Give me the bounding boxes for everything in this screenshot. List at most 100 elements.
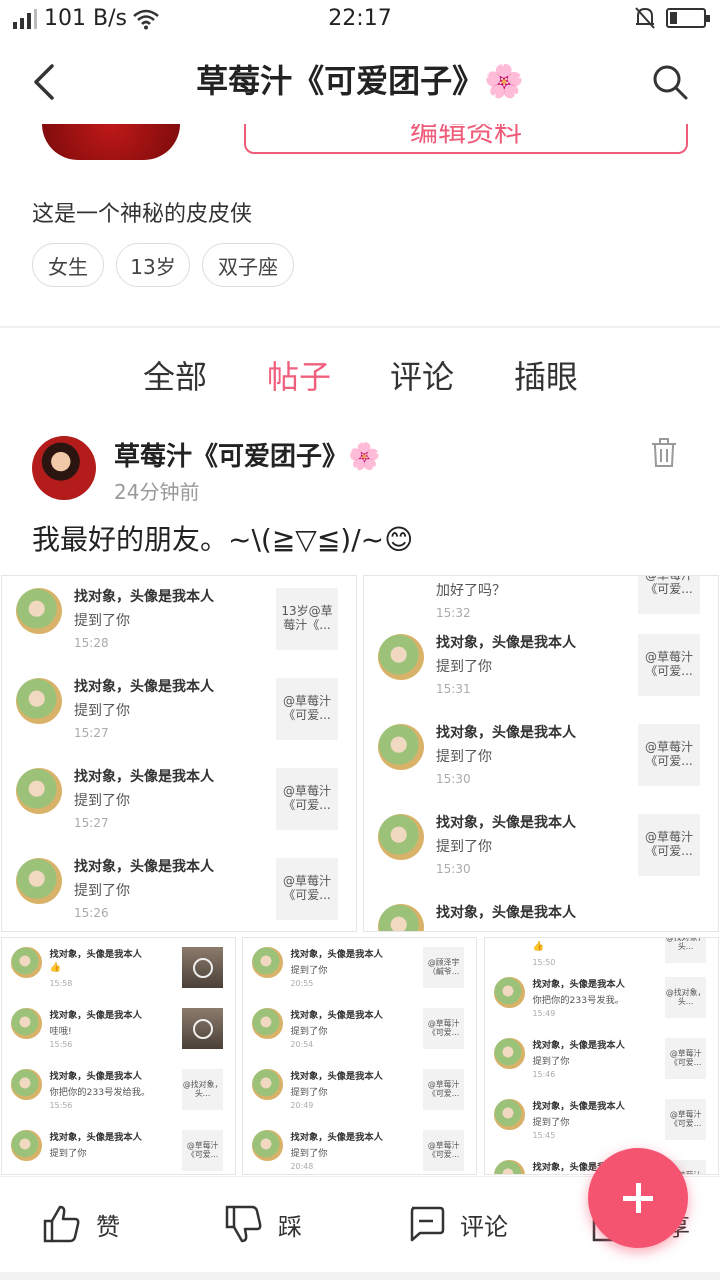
post-time: 24分钟前 [114,480,200,504]
back-arrow-icon[interactable] [24,60,68,104]
notification-avatar [252,1008,283,1039]
notification-thumbnail: @草莓汁《可爱... [423,1008,465,1050]
notification-item[interactable]: 找对象，头像是我本人 提到了你 15:28 13岁@草莓汁《... [2,586,356,676]
notification-item[interactable]: 找对象，头像是我本人 提到了你 15:30 @草莓汁《可爱... [364,722,718,812]
notification-item[interactable]: 找对象，头像是我本人 提到了你 15:45 @草莓汁《可爱... [485,1098,718,1159]
notification-title: 找对象，头像是我本人 [290,1071,383,1082]
edit-profile-label: 编辑资料 [409,124,522,148]
notification-thumbnail: @草莓汁《可爱... [665,1099,707,1141]
notification-thumbnail: @草莓汁《可爱... [665,1038,707,1080]
tab-all[interactable]: 全部 [143,352,207,398]
notification-avatar [494,1099,525,1130]
trash-icon[interactable] [650,438,678,468]
notification-thumbnail: @顾泽宇（鹹爷... [423,947,465,989]
notification-item[interactable]: 找对象，头像是我本人 👍 15:58 [2,946,235,1007]
notification-item[interactable]: 找对象，头像是我本人 提到了你 20:55 @顾泽宇（鹹爷... [243,946,476,1007]
post-image-2[interactable]: 加好了吗？ 15:32 @草莓汁《可爱... 找对象，头像是我本人 提到了你 15:31 @… [363,575,719,932]
notification-avatar [11,1130,42,1161]
notification-text: 你把你的233号发我。 [532,994,625,1006]
post-image-4[interactable]: 找对象，头像是我本人 提到了你 20:55 @顾泽宇（鹹爷... 找对象，头像是我本人提… [242,937,477,1175]
post-image-3[interactable]: 找对象，头像是我本人 👍 15:58 找对象，头像是我本人 哇哦! 15:56 找对象，头像… [1,937,236,1175]
notification-title: 找对象，头像是我本人 [74,679,214,695]
thumbs-down-icon [225,1205,262,1243]
notification-time: 15:31 [436,682,471,696]
notification-thumbnail: @草莓汁《可爱... [638,576,700,614]
notification-title: 找对象，头像是我本人 [49,949,142,960]
notification-thumbnail: @草莓汁《可爱... [423,1069,465,1111]
status-bar: 101 B/s 22:17 [0,0,720,40]
tag-zodiac: 双子座 [202,243,294,287]
notification-avatar [11,947,42,978]
tab-comments[interactable]: 评论 [390,352,454,398]
notification-text: 👍 [532,940,545,952]
profile-avatar[interactable] [42,124,180,160]
video-thumbnail [182,1008,224,1050]
notification-avatar [252,1130,283,1161]
notification-item[interactable]: 找对象，头像是我本人 提到了你 20:49 @草莓汁《可爱... [243,1068,476,1129]
notification-time: 15:46 [532,1070,556,1079]
notification-time: 15:27 [74,726,109,740]
tab-posts[interactable]: 帖子 [267,352,331,398]
notification-avatar [16,858,62,904]
notification-item[interactable]: 找对象，头像是我本人 提到了你 15:31 @草莓汁《可爱... [364,632,718,722]
notification-title: 找对象，头像是我本人 [49,1010,142,1021]
notification-text: 提到了你 [74,703,130,719]
notification-thumbnail: @找对象，头... [665,938,707,964]
notification-item[interactable]: 找对象，头像是我本人 提到了你 @草莓汁《可爱... [2,1129,235,1174]
notification-item[interactable]: 找对象，头像是我本人 提到了你 15:27 @草莓汁《可爱... [2,676,356,766]
notification-time: 15:26 [74,906,109,920]
notification-thumbnail: @草莓汁《可爱... [276,678,338,740]
notification-avatar [378,634,424,680]
notification-time: 15:50 [532,957,556,967]
post-image-5[interactable]: 👍 15:50 @找对象，头... 找对象，头像是我本人 你把你的233号发我。 15:4… [484,937,719,1175]
notification-item[interactable]: 找对象，头像是我本人 提到了你 15:27 @草莓汁《可爱... [2,766,356,856]
notification-text: 提到了你 [49,1147,87,1159]
notification-time: 15:27 [74,816,109,830]
video-thumbnail [182,947,224,989]
status-time: 22:17 [328,6,392,31]
notification-time: 15:30 [436,862,471,876]
notification-item[interactable]: 找对象，头像是我本人 提到了你 15:26 @草莓汁《可爱... [2,856,356,931]
notification-thumbnail: @草莓汁《可爱... [638,634,700,696]
notification-title: 找对象，头像是我本人 [532,979,625,990]
comment-label: 评论 [460,1212,508,1241]
notification-text: 提到了你 [532,1055,570,1067]
notification-text: 你把你的233号发给我。 [49,1086,151,1098]
notification-title: 找对象，头像是我本人 [74,769,214,785]
notification-text: 提到了你 [436,659,492,675]
notification-title: 找对象，头像是我本人 [436,635,576,651]
notification-time: 20:49 [290,1101,314,1110]
edit-profile-button[interactable]: 编辑资料 [244,124,688,154]
notification-item[interactable]: 找对象，头像是我本人 你把你的233号发给我。 15:56 @找对象，头... [2,1068,235,1129]
notification-text: 提到了你 [74,883,130,899]
tab-bookmarks[interactable]: 插眼 [514,352,578,398]
notification-item[interactable]: 找对象，头像是我本人 提到了你 15:46 @草莓汁《可爱... [485,1037,718,1098]
comment-icon [410,1206,445,1242]
notification-title: 找对象，头像是我本人 [290,1132,383,1143]
post-image-1[interactable]: 找对象，头像是我本人 提到了你 15:28 13岁@草莓汁《... 找对象，头像是我本人… [1,575,357,932]
search-icon[interactable] [650,62,690,102]
notification-title: 找对象，头像是我本人 [290,949,383,960]
profile-bio: 这是一个神秘的皮皮侠 [32,202,253,227]
comment-button[interactable]: 评论 [406,1204,508,1244]
notification-avatar [16,588,62,634]
notification-item[interactable]: 找对象，头像是我本人 提到了你 15:30 @草莓汁《可爱... [364,812,718,902]
notification-item[interactable]: 找对象，头像是我本人 哇哦! 15:56 [2,1007,235,1068]
page-title: 草莓汁《可爱团子》🌸 [196,62,524,100]
battery-icon [666,8,710,28]
notification-title: 找对象，头像是我本人 [290,1010,383,1021]
post-author-avatar[interactable] [32,436,96,500]
dislike-button[interactable]: 踩 [224,1204,302,1244]
notification-item[interactable]: 找对象，头像是我本人 提到了你 20:54 @草莓汁《可爱... [243,1007,476,1068]
notification-text: 提到了你 [290,1147,328,1159]
notification-title: 找对象，头像是我本人 [532,1040,625,1051]
notification-title: 找对象，头像是我本人 [74,859,214,875]
notification-title: 找对象，头像是我本人 [436,905,576,921]
post-author-name[interactable]: 草莓汁《可爱团子》🌸 [114,436,380,473]
notification-item[interactable]: 找对象，头像是我本人 [364,902,718,931]
notification-text: 提到了你 [74,613,130,629]
notification-item[interactable]: 找对象，头像是我本人 提到了你 20:48 @草莓汁《可爱... [243,1129,476,1174]
add-post-button[interactable] [588,1148,688,1248]
notification-item[interactable]: 找对象，头像是我本人 你把你的233号发我。 15:49 @找对象，头... [485,976,718,1037]
like-button[interactable]: 赞 [42,1204,120,1244]
